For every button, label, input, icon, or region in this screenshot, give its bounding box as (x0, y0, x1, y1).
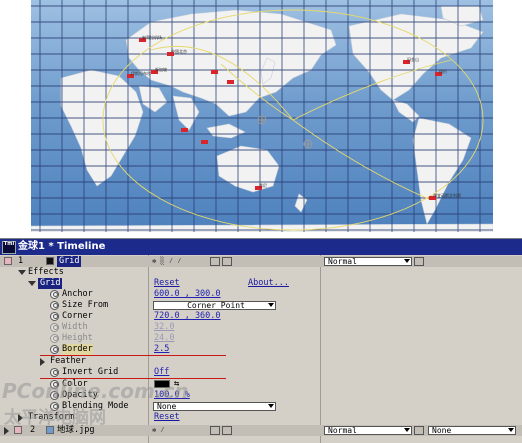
property-corner[interactable]: Corner 720.0 , 360.0 (0, 311, 522, 322)
property-size-from[interactable]: Size From Corner Point (0, 300, 522, 311)
city-label: 伊斯坦布尔 (131, 71, 151, 76)
expand-arrow-icon[interactable] (40, 358, 45, 366)
world-map-graphic (31, 0, 493, 232)
property-label: Size From (62, 300, 109, 310)
watermark-pconline: PConline.com.cn (2, 379, 189, 403)
switch-box[interactable] (414, 426, 424, 435)
blending-mode-dropdown[interactable]: None (153, 402, 276, 411)
expand-arrow-icon[interactable] (28, 281, 36, 286)
property-width: Width 32.0 (0, 322, 522, 333)
switch-box[interactable] (222, 426, 232, 435)
property-height: Height 24.0 (0, 333, 522, 344)
invert-grid-value[interactable]: Off (154, 367, 169, 378)
switch-box[interactable] (210, 257, 220, 266)
effect-reset-link[interactable]: Reset (154, 278, 180, 289)
watermark-chinese: 太平洋电脑网 (4, 408, 106, 428)
stopwatch-icon[interactable] (50, 368, 59, 377)
city-flag (211, 70, 218, 74)
stopwatch-icon[interactable] (50, 312, 59, 321)
layer-row-grid[interactable]: 1 Grid ✲ ░ ⁄ ⁄ Normal (0, 256, 522, 267)
property-label: Invert Grid (62, 367, 119, 377)
property-label: Anchor (62, 289, 93, 299)
effect-name[interactable]: Grid (38, 278, 63, 289)
effects-group-row[interactable]: Effects (0, 267, 522, 278)
corner-value[interactable]: 720.0 , 360.0 (154, 311, 221, 322)
border-value[interactable]: 2.5 (154, 344, 169, 355)
effects-label: Effects (28, 267, 64, 277)
layer-index: 1 (18, 256, 24, 266)
switch-box[interactable] (210, 426, 220, 435)
effect-about-link[interactable]: About... (248, 278, 289, 289)
city-flag (227, 80, 234, 84)
city-label: 旧金山 (407, 57, 419, 62)
width-value: 32.0 (154, 322, 175, 332)
track-matte-dropdown[interactable]: None (428, 426, 516, 435)
city-label: 悉尼 (259, 183, 267, 188)
solid-color-icon (46, 257, 54, 265)
property-label: Width (62, 322, 88, 332)
city-label: 纽约 (439, 69, 447, 74)
stopwatch-icon (50, 334, 59, 343)
stopwatch-icon (50, 323, 59, 332)
stopwatch-icon[interactable] (50, 301, 59, 310)
world-map-preview: 安哥拉机场 中国北京 伊斯坦布尔 新加坡 悉尼 旧金山 纽约 布宜诺斯艾利斯 (31, 0, 493, 232)
property-label: Border (62, 344, 93, 355)
property-label: Height (62, 333, 93, 343)
height-value: 24.0 (154, 333, 175, 343)
layer-switch-icons[interactable]: ✲ ░ ⁄ ⁄ (152, 256, 181, 267)
timeline-window-icon: Tmi (2, 241, 16, 254)
timeline-title: 金球1 * Timeline (18, 241, 106, 252)
anchor-value[interactable]: 600.0 , 300.0 (154, 289, 221, 300)
city-label: 布宜诺斯艾利斯 (433, 193, 461, 198)
city-label: 中国北京 (171, 49, 187, 54)
city-flag (181, 128, 188, 132)
property-feather[interactable]: Feather (0, 356, 522, 367)
transform-reset-link[interactable]: Reset (154, 412, 180, 423)
label-color-swatch[interactable] (4, 257, 12, 265)
city-flag (201, 140, 208, 144)
property-invert-grid[interactable]: Invert Grid Off (0, 367, 522, 378)
stopwatch-icon[interactable] (50, 345, 59, 354)
layer-switch-icons[interactable]: ✲ ⁄ (152, 425, 165, 436)
size-from-dropdown[interactable]: Corner Point (153, 301, 276, 310)
property-label: Corner (62, 311, 93, 321)
timeline-panel: Tmi 金球1 * Timeline 1 Grid ✲ ░ ⁄ ⁄ Normal… (0, 238, 522, 443)
expand-arrow-icon[interactable] (4, 427, 9, 435)
effect-grid-row[interactable]: Grid Reset About... (0, 278, 522, 289)
blend-mode-dropdown[interactable]: Normal (324, 257, 412, 266)
property-label: Feather (50, 356, 86, 366)
blend-mode-dropdown[interactable]: Normal (324, 426, 412, 435)
city-label: 新加坡 (155, 67, 167, 72)
timeline-title-bar[interactable]: Tmi 金球1 * Timeline (0, 239, 522, 255)
property-anchor[interactable]: Anchor 600.0 , 300.0 (0, 289, 522, 300)
stopwatch-icon[interactable] (50, 290, 59, 299)
switch-box[interactable] (222, 257, 232, 266)
layer-name[interactable]: Grid (57, 256, 82, 267)
city-label: 安哥拉机场 (142, 35, 162, 40)
expand-arrow-icon[interactable] (18, 270, 26, 275)
property-border[interactable]: Border 2.5 (0, 344, 522, 355)
switch-box[interactable] (414, 257, 424, 266)
